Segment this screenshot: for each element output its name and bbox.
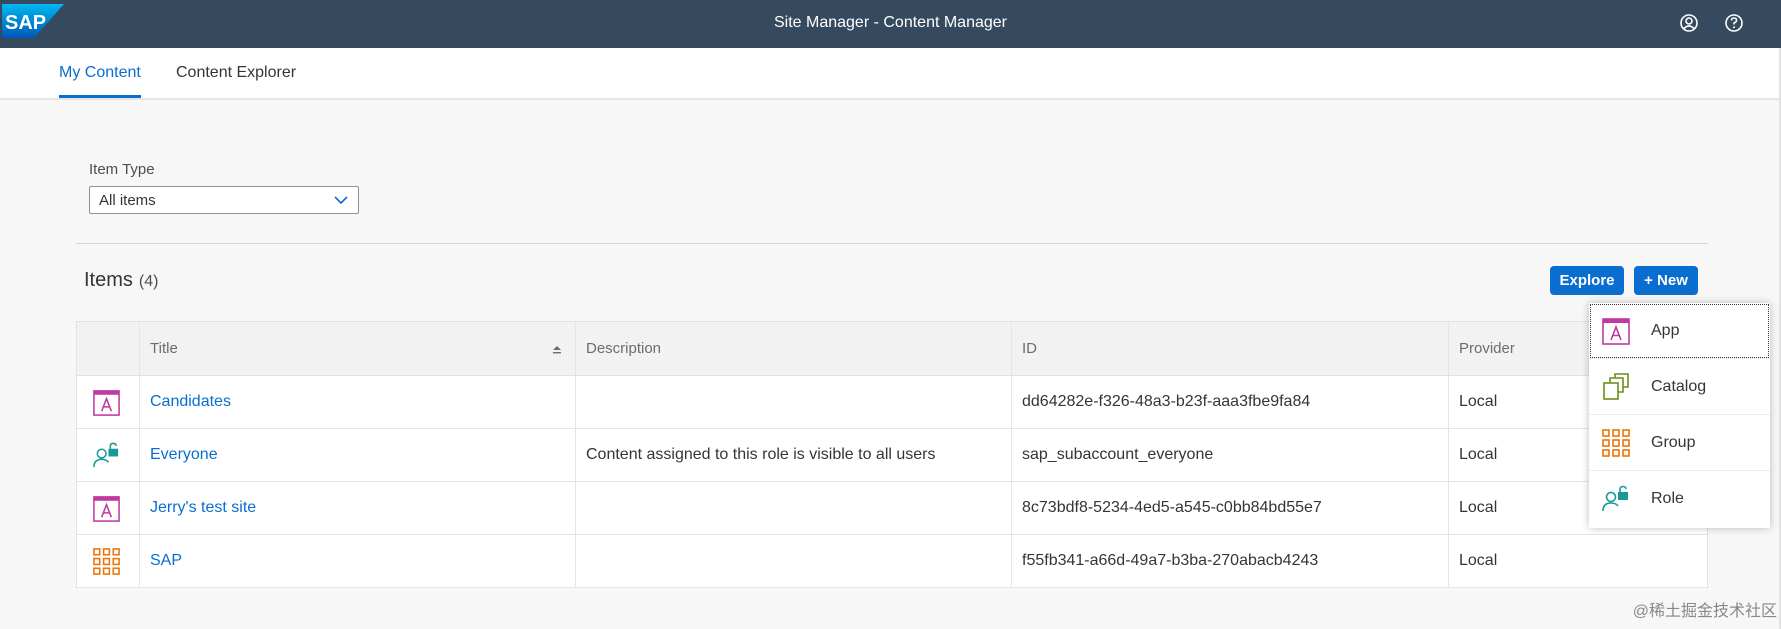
help-icon[interactable] (1722, 11, 1746, 35)
shell-title: Site Manager - Content Manager (773, 14, 1007, 31)
tab-my-content[interactable]: My Content (59, 48, 141, 98)
app-icon (93, 390, 120, 416)
app-icon (93, 496, 120, 522)
column-divider (1448, 322, 1449, 587)
catalog-icon (1603, 373, 1629, 400)
item-type-value: All items (99, 192, 156, 209)
tab-bar: My Content Content Explorer (0, 48, 1781, 100)
item-type-label: Item Type (89, 161, 155, 178)
row-title-link[interactable]: SAP (140, 535, 182, 587)
item-type-select[interactable]: All items (89, 186, 359, 214)
row-id: sap_subaccount_everyone (1022, 446, 1214, 463)
new-menu: App Catalog Group Role (1589, 303, 1770, 528)
chevron-down-icon (334, 196, 348, 205)
menu-item-label: Role (1651, 490, 1684, 507)
column-divider (575, 322, 576, 587)
items-count: (4) (138, 273, 159, 290)
menu-item-role[interactable]: Role (1589, 471, 1770, 527)
row-id: dd64282e-f326-48a3-b23f-aaa3fbe9fa84 (1022, 393, 1311, 410)
items-table: Title Description ID Provider Candidates… (76, 321, 1708, 588)
row-provider: Local (1459, 552, 1498, 569)
app-icon (1602, 318, 1630, 345)
items-heading: Items (4) (84, 269, 158, 292)
table-row[interactable]: SAP f55fb341-a66d-49a7-b3ba-270abacb4243… (77, 535, 1707, 588)
table-header: Title Description ID Provider (77, 322, 1707, 376)
row-description: Content assigned to this role is visible… (586, 446, 936, 463)
sort-ascending-icon (553, 346, 561, 354)
explore-button[interactable]: Explore (1550, 266, 1624, 295)
new-button[interactable]: + New (1634, 266, 1698, 295)
role-icon (93, 442, 119, 468)
row-title-link[interactable]: Candidates (140, 376, 231, 428)
column-divider (1011, 322, 1012, 587)
profile-icon[interactable] (1677, 11, 1701, 35)
row-description (576, 482, 586, 534)
tab-content-explorer[interactable]: Content Explorer (176, 48, 296, 98)
menu-item-group[interactable]: Group (1589, 415, 1770, 471)
menu-item-label: App (1651, 322, 1680, 339)
table-row[interactable]: Jerry's test site 8c73bdf8-5234-4ed5-a54… (77, 482, 1707, 535)
row-title-link[interactable]: Jerry's test site (140, 482, 256, 534)
table-row[interactable]: Candidates dd64282e-f326-48a3-b23f-aaa3f… (77, 376, 1707, 429)
items-title: Items (84, 269, 133, 291)
shell-bar: SAP Site Manager - Content Manager (0, 0, 1781, 48)
group-icon (93, 548, 120, 575)
column-header-provider[interactable]: Provider (1449, 322, 1515, 376)
row-provider: Local (1459, 446, 1498, 463)
row-title-link[interactable]: Everyone (140, 429, 218, 481)
row-description (576, 535, 586, 587)
menu-item-app[interactable]: App (1589, 303, 1770, 359)
watermark: @稀土掘金技术社区 (1632, 603, 1777, 620)
filter-divider (76, 243, 1708, 244)
row-provider: Local (1459, 393, 1498, 410)
row-provider: Local (1459, 499, 1498, 516)
role-icon (1602, 485, 1628, 512)
table-row[interactable]: Everyone Content assigned to this role i… (77, 429, 1707, 482)
row-id: f55fb341-a66d-49a7-b3ba-270abacb4243 (1022, 552, 1319, 569)
column-divider (139, 322, 140, 587)
column-header-title[interactable]: Title (140, 322, 178, 376)
column-header-id[interactable]: ID (1012, 322, 1037, 376)
row-id: 8c73bdf8-5234-4ed5-a545-c0bb84bd55e7 (1022, 499, 1322, 516)
row-description (576, 376, 586, 428)
menu-item-label: Catalog (1651, 378, 1707, 395)
menu-item-label: Group (1651, 434, 1696, 451)
column-header-description[interactable]: Description (576, 322, 661, 376)
menu-item-catalog[interactable]: Catalog (1589, 359, 1770, 415)
group-icon (1602, 429, 1630, 457)
